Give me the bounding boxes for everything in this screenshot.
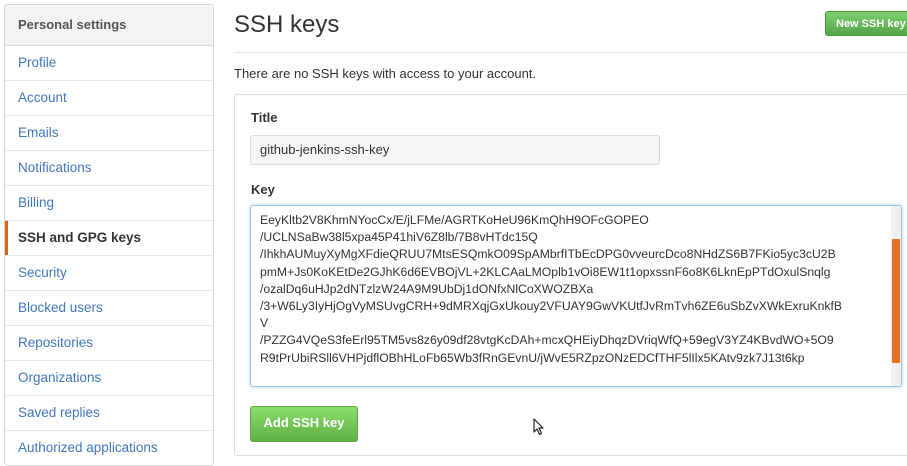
mouse-pointer-icon — [533, 418, 544, 436]
title-label: Title — [251, 110, 278, 125]
sidebar-item-authorized-applications[interactable]: Authorized applications — [5, 431, 213, 465]
sidebar-item-profile[interactable]: Profile — [5, 46, 213, 81]
settings-sidebar: Personal settings Profile Account Emails No… — [4, 4, 214, 466]
sidebar-item-repositories[interactable]: Repositories — [5, 326, 213, 361]
sidebar-items: Profile Account Emails Notifications Billing… — [5, 46, 213, 465]
add-key-form: Title github-jenkins-ssh-key Key EeyKltb… — [234, 94, 907, 456]
sidebar-item-saved-replies[interactable]: Saved replies — [5, 396, 213, 431]
sidebar-item-emails[interactable]: Emails — [5, 116, 213, 151]
add-ssh-key-button[interactable]: Add SSH key — [250, 406, 358, 442]
key-textarea[interactable]: EeyKltb2V8KhmNYocCx/E/jLFMe/AGRTKoHeU96K… — [250, 205, 902, 387]
sidebar-header: Personal settings — [5, 5, 213, 46]
textarea-scrollbar[interactable] — [891, 206, 901, 386]
key-label: Key — [251, 182, 275, 197]
sidebar-item-ssh-and-gpg-keys[interactable]: SSH and GPG keys — [5, 221, 213, 256]
sidebar-item-organizations[interactable]: Organizations — [5, 361, 213, 396]
textarea-scrollbar-thumb[interactable] — [892, 239, 900, 363]
title-input[interactable]: github-jenkins-ssh-key — [250, 135, 660, 165]
new-ssh-key-button[interactable]: New SSH key — [825, 11, 907, 36]
empty-keys-message: There are no SSH keys with access to you… — [234, 66, 537, 81]
key-textarea-content: EeyKltb2V8KhmNYocCx/E/jLFMe/AGRTKoHeU96K… — [260, 213, 843, 365]
sidebar-item-account[interactable]: Account — [5, 81, 213, 116]
title-divider — [234, 52, 907, 53]
sidebar-item-security[interactable]: Security — [5, 256, 213, 291]
page-title: SSH keys — [234, 11, 340, 38]
sidebar-item-billing[interactable]: Billing — [5, 186, 213, 221]
sidebar-item-blocked-users[interactable]: Blocked users — [5, 291, 213, 326]
sidebar-item-notifications[interactable]: Notifications — [5, 151, 213, 186]
